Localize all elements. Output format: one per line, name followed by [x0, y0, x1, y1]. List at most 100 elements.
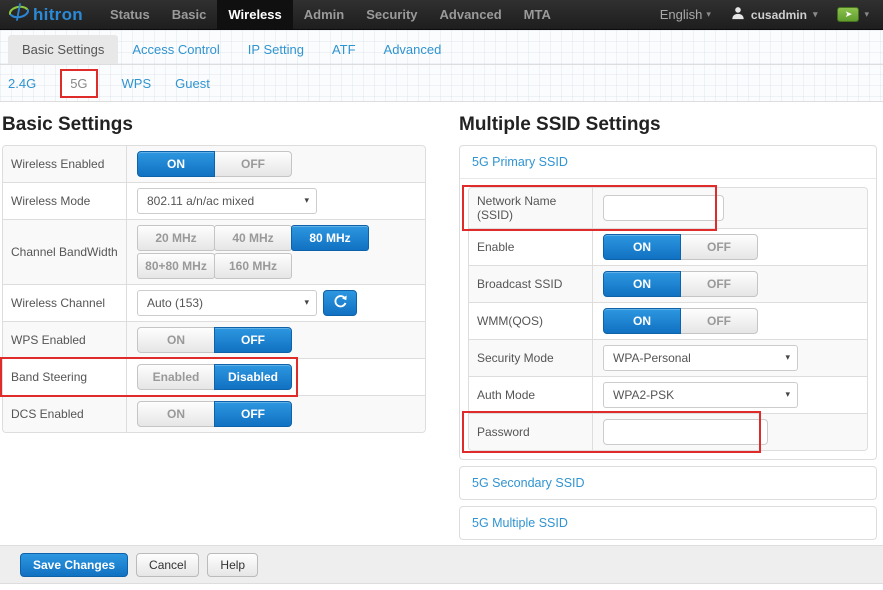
wireless-enabled-on-button[interactable]: ON — [137, 151, 215, 177]
tab-advanced[interactable]: Advanced — [370, 35, 456, 64]
wireless-enabled-label: Wireless Enabled — [3, 146, 127, 182]
wireless-channel-value: Auto (153) — [147, 296, 204, 310]
save-changes-button[interactable]: Save Changes — [20, 552, 129, 577]
navbar-right: English ▾ cusadmin ▾ ➤ ▾ — [660, 0, 883, 29]
wps-off-button[interactable]: OFF — [214, 327, 292, 353]
primary-ssid-panel: 5G Primary SSID Network Name (SSID) Enab… — [459, 145, 877, 460]
nav-item-status[interactable]: Status — [99, 0, 161, 29]
wireless-enabled-off-button[interactable]: OFF — [214, 151, 292, 177]
subtab-5g[interactable]: 5G — [60, 68, 98, 98]
network-name-label: Network Name (SSID) — [469, 188, 593, 228]
band-subtabs: 2.4G 5G WPS Guest — [0, 65, 883, 102]
row-channel-bandwidth: Channel BandWidth 20 MHz 40 MHz 80 MHz 8… — [3, 219, 425, 284]
cancel-button[interactable]: Cancel — [136, 552, 200, 577]
enable-label: Enable — [469, 229, 593, 265]
row-dcs-enabled: DCS Enabled ON OFF — [3, 395, 425, 432]
wmm-off-button[interactable]: OFF — [680, 308, 758, 334]
subtab-wps[interactable]: WPS — [122, 76, 152, 91]
row-wmm-qos: WMM(QOS) ON OFF — [469, 302, 867, 339]
password-label: Password — [469, 414, 593, 450]
bandwidth-80mhz-button[interactable]: 80 MHz — [291, 225, 369, 251]
brand-logo[interactable]: hitron — [8, 0, 83, 29]
brand-name: hitron — [33, 4, 83, 24]
wmm-on-button[interactable]: ON — [603, 308, 681, 334]
chevron-down-icon: ▾ — [304, 297, 309, 307]
security-mode-value: WPA-Personal — [613, 351, 691, 365]
password-input[interactable] — [603, 419, 768, 445]
band-steering-label: Band Steering — [3, 359, 127, 395]
tab-atf[interactable]: ATF — [318, 35, 370, 64]
broadcast-ssid-label: Broadcast SSID — [469, 266, 593, 302]
enable-off-button[interactable]: OFF — [680, 234, 758, 260]
wireless-mode-select[interactable]: 802.11 a/n/ac mixed ▾ — [137, 188, 317, 214]
chevron-down-icon: ▾ — [812, 9, 818, 19]
wireless-mode-value: 802.11 a/n/ac mixed — [147, 194, 255, 208]
security-mode-select[interactable]: WPA-Personal ▾ — [603, 345, 798, 371]
band-steering-disabled-button[interactable]: Disabled — [214, 364, 292, 390]
channel-refresh-button[interactable] — [323, 290, 357, 316]
nav-item-wireless[interactable]: Wireless — [217, 0, 293, 29]
multiple-ssid-accordion-header[interactable]: 5G Multiple SSID — [460, 507, 876, 539]
nav-item-admin[interactable]: Admin — [293, 0, 355, 29]
security-mode-label: Security Mode — [469, 340, 593, 376]
primary-ssid-accordion-header[interactable]: 5G Primary SSID — [460, 146, 876, 178]
dcs-on-button[interactable]: ON — [137, 401, 215, 427]
wps-enabled-label: WPS Enabled — [3, 322, 127, 358]
broadcast-on-button[interactable]: ON — [603, 271, 681, 297]
tab-ip-setting[interactable]: IP Setting — [234, 35, 318, 64]
user-icon — [731, 6, 745, 23]
enable-on-button[interactable]: ON — [603, 234, 681, 260]
chevron-down-icon: ▾ — [864, 9, 869, 19]
row-wireless-mode: Wireless Mode 802.11 a/n/ac mixed ▾ — [3, 182, 425, 219]
tab-basic-settings[interactable]: Basic Settings — [8, 35, 119, 64]
bandwidth-160mhz-button[interactable]: 160 MHz — [214, 253, 292, 279]
bandwidth-40mhz-button[interactable]: 40 MHz — [214, 225, 292, 251]
page-title-multiple-ssid: Multiple SSID Settings — [459, 114, 661, 135]
nav-item-basic[interactable]: Basic — [161, 0, 218, 29]
band-steering-enabled-button[interactable]: Enabled — [137, 364, 215, 390]
green-status-icon: ➤ — [837, 7, 860, 22]
wmm-qos-toggle: ON OFF — [603, 308, 758, 334]
status-indicator-dropdown[interactable]: ➤ ▾ — [837, 7, 869, 22]
row-broadcast-ssid: Broadcast SSID ON OFF — [469, 265, 867, 302]
band-steering-toggle: Enabled Disabled — [137, 364, 292, 390]
language-label: English — [659, 7, 703, 22]
subtab-2-4g[interactable]: 2.4G — [8, 76, 36, 91]
row-wireless-enabled: Wireless Enabled ON OFF — [3, 146, 425, 182]
auth-mode-select[interactable]: WPA2-PSK ▾ — [603, 382, 798, 408]
secondary-ssid-accordion-header[interactable]: 5G Secondary SSID — [460, 467, 876, 499]
dcs-off-button[interactable]: OFF — [214, 401, 292, 427]
multiple-ssid-panel: 5G Multiple SSID — [459, 506, 877, 540]
subtab-guest[interactable]: Guest — [175, 76, 210, 91]
chevron-down-icon: ▾ — [785, 352, 790, 362]
nav-item-mta[interactable]: MTA — [513, 0, 562, 29]
row-network-name: Network Name (SSID) — [462, 185, 867, 231]
wireless-channel-select[interactable]: Auto (153) ▾ — [137, 290, 317, 316]
nav-item-security[interactable]: Security — [355, 0, 428, 29]
tab-strip: Basic Settings Access Control IP Setting… — [0, 30, 883, 102]
row-wireless-channel: Wireless Channel Auto (153) ▾ — [3, 284, 425, 321]
nav-item-advanced[interactable]: Advanced — [429, 0, 513, 29]
tab-access-control[interactable]: Access Control — [118, 35, 233, 64]
main-content: Basic Settings Wireless Enabled ON OFF W… — [0, 102, 883, 546]
row-security-mode: Security Mode WPA-Personal ▾ — [469, 339, 867, 376]
primary-ssid-table: Network Name (SSID) Enable ON OFF Broadc… — [462, 185, 868, 453]
basic-settings-table: Wireless Enabled ON OFF Wireless Mode 80… — [0, 145, 426, 433]
chevron-down-icon: ▾ — [785, 389, 790, 399]
help-button[interactable]: Help — [207, 552, 259, 577]
user-dropdown[interactable]: cusadmin ▾ — [731, 6, 818, 23]
wireless-channel-label: Wireless Channel — [3, 285, 127, 321]
enable-toggle: ON OFF — [603, 234, 758, 260]
wmm-qos-label: WMM(QOS) — [469, 303, 593, 339]
broadcast-off-button[interactable]: OFF — [680, 271, 758, 297]
wps-on-button[interactable]: ON — [137, 327, 215, 353]
multiple-ssid-section: Multiple SSID Settings 5G Primary SSID N… — [459, 102, 877, 546]
footer-action-bar: Save Changes Cancel Help — [0, 545, 883, 584]
bandwidth-20mhz-button[interactable]: 20 MHz — [137, 225, 215, 251]
language-dropdown[interactable]: English ▾ — [660, 7, 711, 22]
network-name-input[interactable] — [603, 195, 724, 221]
bandwidth-80plus80mhz-button[interactable]: 80+80 MHz — [137, 253, 215, 279]
hitron-swirl-icon — [8, 1, 30, 28]
dcs-enabled-label: DCS Enabled — [3, 396, 127, 432]
refresh-icon — [333, 294, 348, 312]
